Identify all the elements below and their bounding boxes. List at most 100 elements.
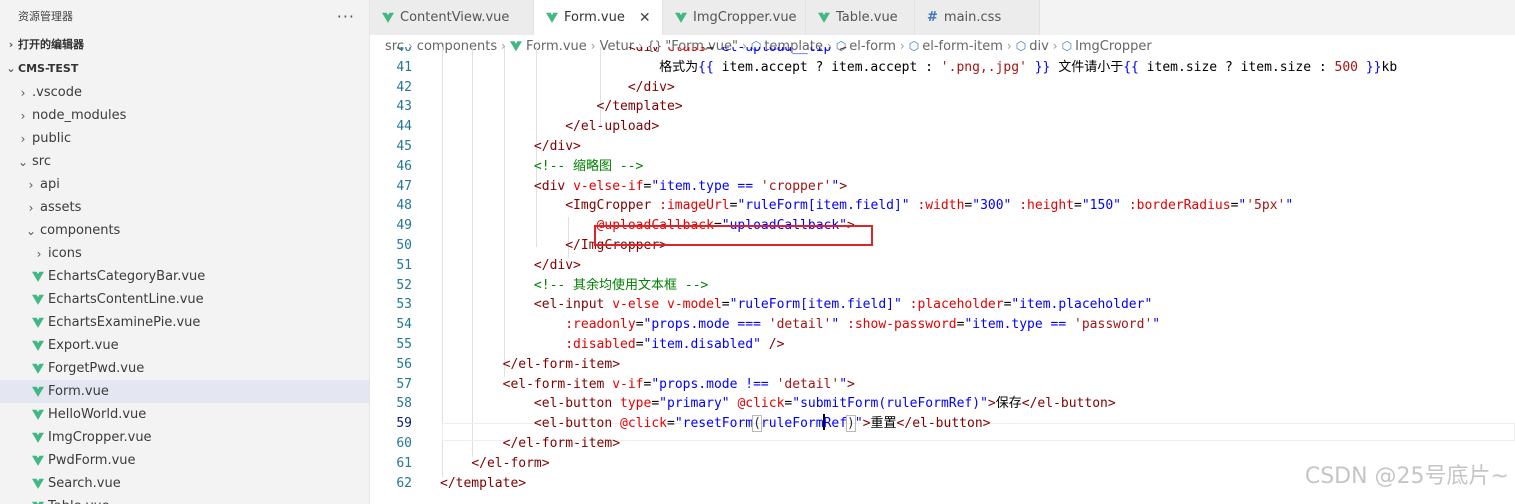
tab-contentview-vue[interactable]: ContentView.vue bbox=[370, 0, 534, 35]
code-token: :readonly bbox=[565, 317, 636, 333]
tree-item-label: .vscode bbox=[32, 85, 82, 100]
code-line[interactable]: 43 </template> bbox=[370, 97, 1515, 117]
file-item[interactable]: PwdForm.vue bbox=[0, 449, 369, 472]
vue-file-icon bbox=[32, 271, 44, 282]
code-line[interactable]: 56 </el-form-item> bbox=[370, 355, 1515, 375]
folder-item[interactable]: › icons bbox=[0, 242, 369, 265]
vue-file-icon bbox=[818, 12, 830, 23]
tree-item-label: Export.vue bbox=[48, 338, 119, 353]
folder-item[interactable]: › node_modules bbox=[0, 104, 369, 127]
code-line[interactable]: 55 :disabled="item.disabled" /> bbox=[370, 335, 1515, 355]
vue-file-icon bbox=[32, 340, 44, 351]
file-item[interactable]: Search.vue bbox=[0, 472, 369, 495]
code-token: ) bbox=[846, 415, 856, 433]
code-line[interactable]: 57 <el-form-item v-if="props.mode !== 'd… bbox=[370, 375, 1515, 395]
file-item[interactable]: EchartsExaminePie.vue bbox=[0, 311, 369, 334]
tree-item-label: api bbox=[40, 177, 60, 192]
folder-item[interactable]: › api bbox=[0, 173, 369, 196]
file-item[interactable]: Export.vue bbox=[0, 334, 369, 357]
file-item[interactable]: Table.vue bbox=[0, 495, 369, 504]
code-token: 'cropper' bbox=[760, 178, 832, 194]
code-line[interactable]: 58 <el-button type="primary" @click="sub… bbox=[370, 394, 1515, 414]
code-line[interactable]: 49 @uploadCallback="uploadCallback"> bbox=[370, 216, 1515, 236]
file-item[interactable]: EchartsContentLine.vue bbox=[0, 288, 369, 311]
folder-item[interactable]: ⌄ components bbox=[0, 219, 369, 242]
code-token: :width bbox=[917, 198, 965, 214]
close-icon[interactable]: ✕ bbox=[639, 10, 651, 26]
code-token: > bbox=[839, 47, 848, 55]
code-line[interactable]: 60 </el-form-item> bbox=[370, 434, 1515, 454]
code-line[interactable]: 51 </div> bbox=[370, 256, 1515, 276]
file-item[interactable]: ForgetPwd.vue bbox=[0, 357, 369, 380]
line-number: 40 bbox=[396, 47, 412, 55]
code-line[interactable]: 52 <!-- 其余均使用文本框 --> bbox=[370, 276, 1515, 296]
code-token: 500 bbox=[1334, 59, 1359, 75]
vue-file-icon bbox=[32, 478, 44, 489]
code-line[interactable]: 44 </el-upload> bbox=[370, 117, 1515, 137]
code-text: 格式为{{ item.accept ? item.accept : '.png,… bbox=[440, 58, 1397, 78]
code-line[interactable]: 42 </div> bbox=[370, 78, 1515, 98]
code-line[interactable]: 62 </template> bbox=[370, 474, 1515, 494]
tree-item-label: Form.vue bbox=[48, 384, 109, 399]
code-text: <div v-else-if="item.type == 'cropper'"> bbox=[440, 177, 847, 197]
chevron-down-icon: ⌄ bbox=[17, 154, 29, 169]
file-item[interactable]: EchartsCategoryBar.vue bbox=[0, 265, 369, 288]
explorer-title: 资源管理器 bbox=[18, 10, 73, 23]
tab-imgcropper-vue[interactable]: ImgCropper.vue bbox=[663, 0, 806, 35]
code-line[interactable]: 48 <ImgCropper :imageUrl = "ruleForm[item.… bbox=[370, 196, 1515, 216]
tree-item-label: Search.vue bbox=[48, 476, 121, 491]
folder-item[interactable]: › .vscode bbox=[0, 81, 369, 104]
open-editors-section[interactable]: › 打开的编辑器 bbox=[0, 33, 369, 55]
code-line[interactable]: 40 <div class="el-upload__tip"> bbox=[370, 47, 1515, 58]
vue-file-icon bbox=[675, 12, 687, 23]
code-token: 格式为 bbox=[440, 59, 699, 75]
explorer-header: 资源管理器 ··· bbox=[0, 0, 369, 32]
folder-item[interactable]: › public bbox=[0, 127, 369, 150]
code-line[interactable]: 61 </el-form> bbox=[370, 454, 1515, 474]
code-token: /> bbox=[768, 337, 785, 352]
code-token: :borderRadius bbox=[1128, 198, 1231, 214]
code-token: = bbox=[651, 396, 660, 412]
line-number: 52 bbox=[396, 277, 412, 293]
tab-main-css[interactable]: # main.css bbox=[915, 0, 1040, 35]
code-line[interactable]: 53 <el-input v-else v-model="ruleForm[it… bbox=[370, 295, 1515, 315]
code-token: " bbox=[854, 416, 863, 432]
line-number: 53 bbox=[396, 297, 412, 313]
code-line[interactable]: 41 格式为{{ item.accept ? item.accept : '.p… bbox=[370, 58, 1515, 78]
code-line[interactable]: 50 </ImgCropper> bbox=[370, 236, 1515, 256]
code-line[interactable]: 54 :readonly="props.mode === 'detail' " :… bbox=[370, 315, 1515, 335]
css-file-icon: # bbox=[927, 10, 938, 25]
line-number: 45 bbox=[396, 139, 412, 154]
code-token: @uploadCallback bbox=[596, 218, 714, 234]
tree-item-label: components bbox=[40, 223, 121, 238]
folder-item[interactable]: ⌄ src bbox=[0, 150, 369, 173]
code-token: </el-form> bbox=[471, 455, 550, 471]
code-text: </template> bbox=[440, 474, 526, 494]
code-token: <el-input bbox=[533, 297, 605, 313]
tab-table-vue[interactable]: Table.vue bbox=[806, 0, 915, 35]
code-token: </div> bbox=[533, 139, 581, 154]
code-token: > bbox=[987, 396, 996, 412]
file-item[interactable]: ImgCropper.vue bbox=[0, 426, 369, 449]
code-editor[interactable]: 40 <div class="el-upload__tip"> 41 格式为{{ … bbox=[370, 47, 1515, 504]
file-item[interactable]: Form.vue bbox=[0, 380, 369, 403]
folder-item[interactable]: › assets bbox=[0, 196, 369, 219]
file-item[interactable]: HelloWorld.vue bbox=[0, 403, 369, 426]
chevron-right-icon: › bbox=[20, 131, 26, 146]
code-line[interactable]: 47 <div v-else-if="item.type == 'cropper… bbox=[370, 177, 1515, 197]
code-token: @click bbox=[737, 396, 785, 412]
code-line[interactable]: 59 <el-button @click="resetForm(ruleForm… bbox=[370, 414, 1515, 434]
code-line[interactable]: 45 </div> bbox=[370, 137, 1515, 157]
vue-file-icon bbox=[32, 455, 44, 466]
more-actions-icon[interactable]: ··· bbox=[337, 7, 355, 26]
code-text: <div class="el-upload__tip"> bbox=[440, 47, 847, 58]
project-section[interactable]: ⌄ CMS-TEST bbox=[0, 57, 369, 79]
code-line[interactable]: 46 <!-- 缩略图 --> bbox=[370, 157, 1515, 177]
line-number: 51 bbox=[396, 257, 412, 273]
line-number: 47 bbox=[396, 178, 412, 194]
tab-form-vue[interactable]: Form.vue ✕ bbox=[534, 0, 663, 35]
